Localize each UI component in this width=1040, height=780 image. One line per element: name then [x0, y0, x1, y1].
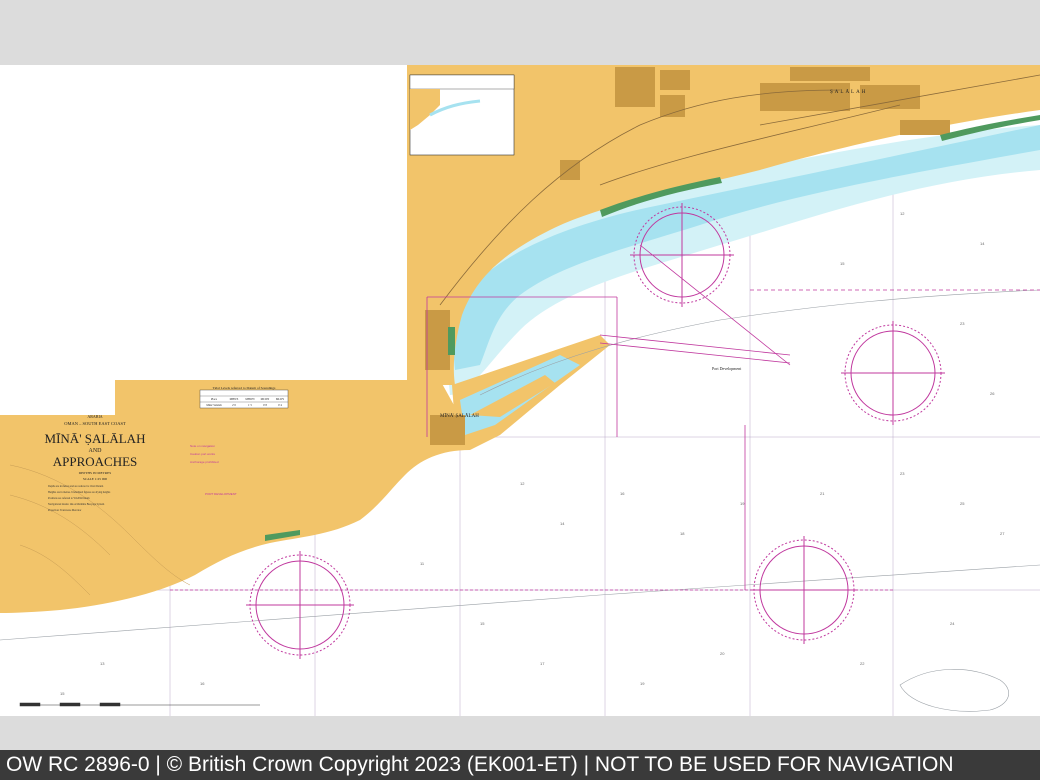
svg-text:Projection: Transverse Mercato: Projection: Transverse Mercator [48, 509, 82, 512]
svg-text:23: 23 [960, 321, 965, 326]
svg-text:21: 21 [820, 491, 825, 496]
tide-table-cell: 0·8 [263, 404, 267, 407]
svg-text:PORT DEVELOPMENT: PORT DEVELOPMENT [205, 492, 237, 496]
chart-coast: OMAN – SOUTH EAST COAST [64, 421, 126, 426]
svg-text:24: 24 [950, 621, 955, 626]
tide-table-cell: 0·4 [278, 404, 282, 407]
place-town: ṢALĀLAH [830, 89, 867, 95]
copyright-footer: OW RC 2896-0 | © British Crown Copyright… [0, 750, 1040, 780]
tide-table-header: Place [211, 398, 218, 401]
svg-text:23: 23 [900, 471, 905, 476]
svg-text:16: 16 [200, 681, 205, 686]
chart-depths-note: DEPTHS IN METRES [79, 471, 112, 475]
svg-text:27: 27 [1000, 531, 1005, 536]
svg-text:18: 18 [680, 531, 685, 536]
svg-text:19: 19 [640, 681, 645, 686]
svg-text:15: 15 [840, 261, 845, 266]
svg-text:Anchorage prohibited: Anchorage prohibited [190, 460, 219, 464]
svg-text:20: 20 [720, 651, 725, 656]
svg-text:25: 25 [960, 501, 965, 506]
svg-text:17: 17 [540, 661, 545, 666]
svg-text:12: 12 [900, 211, 905, 216]
tide-table-header: MHWN [245, 398, 254, 401]
svg-text:Positions are referred to WGS8: Positions are referred to WGS84 Datum [48, 497, 90, 500]
svg-text:Navigational marks: IALA Marit: Navigational marks: IALA Maritime Buoyag… [48, 503, 104, 506]
tide-table-header: MLWS [276, 398, 285, 401]
chart-title-line1: MĪNĀ' ṢALĀLAH [45, 431, 146, 446]
place-port: MĪNĀ' ṢALĀLAH [440, 413, 479, 419]
svg-text:Depths are in metres and are r: Depths are in metres and are reduced to … [48, 485, 103, 488]
svg-text:16: 16 [620, 491, 625, 496]
svg-text:15: 15 [60, 691, 65, 696]
inset-chart [409, 74, 515, 156]
tide-table-cell: Mina' Salalah [206, 404, 222, 407]
svg-text:Heights are in metres. Underli: Heights are in metres. Underlined figure… [48, 491, 110, 494]
tide-table-header: MHWS [230, 398, 239, 401]
svg-text:26: 26 [990, 391, 995, 396]
tide-table-header: MLWN [261, 398, 270, 401]
svg-text:Caution port works: Caution port works [190, 452, 216, 456]
svg-text:14: 14 [560, 521, 565, 526]
footer-text: OW RC 2896-0 | © British Crown Copyright… [6, 753, 954, 776]
tide-table-cell: 1·5 [248, 404, 252, 407]
chart-title-line3: APPROACHES [53, 454, 138, 469]
tide-table: Tidal Levels referred to Datum of Soundi… [199, 386, 289, 409]
svg-text:13: 13 [100, 661, 105, 666]
svg-text:Note on navigation: Note on navigation [190, 444, 215, 448]
tide-table-cell: 2·0 [232, 404, 236, 407]
svg-text:12: 12 [520, 481, 525, 486]
chart-blank-margin [0, 65, 407, 380]
tide-table-title: Tidal Levels referred to Datum of Soundi… [213, 386, 276, 390]
svg-text:22: 22 [860, 661, 865, 666]
chart-scale: SCALE 1:25 000 [83, 477, 108, 481]
top-margin [0, 0, 1040, 66]
place-port-development: Port Development [712, 366, 742, 371]
chart-region: ARABIA [87, 414, 102, 419]
svg-text:15: 15 [480, 621, 485, 626]
svg-text:19: 19 [740, 501, 745, 506]
nautical-chart-map[interactable]: 121416 181921 232527 111517 192022 24262… [0, 65, 1040, 716]
bottom-margin [0, 716, 1040, 750]
svg-text:14: 14 [980, 241, 985, 246]
